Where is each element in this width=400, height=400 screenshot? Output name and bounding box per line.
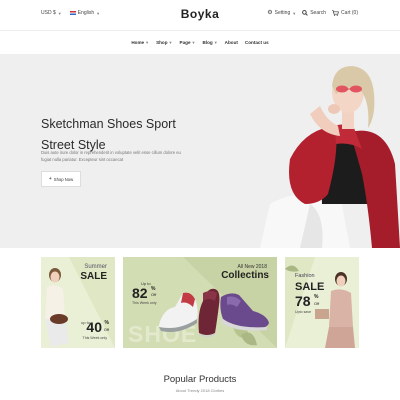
chevron-down-icon: ▼	[168, 40, 173, 45]
banner-percent: 82	[132, 285, 148, 301]
banner-off: Off	[151, 292, 157, 297]
chevron-down-icon: ▼	[145, 40, 150, 45]
cart-label: Cart (0)	[341, 10, 358, 16]
nav-item-blog[interactable]: Blog ▼	[202, 40, 217, 45]
banner-note: This Week only	[132, 301, 157, 305]
banner-collection[interactable]: SHOE Up to 82 % Off This Week only All N…	[123, 257, 277, 348]
shop-now-button[interactable]: + Shop Now	[41, 171, 81, 187]
banner-headline: Collectins	[221, 270, 269, 281]
banner-percent-sign: %	[314, 294, 319, 300]
banner-summer-sale[interactable]: Summer SALE up to 40 % Off This Week onl…	[41, 257, 115, 348]
top-bar-right: ⚙ Setting ▼ Search Cart (0)	[267, 10, 358, 16]
setting-label: Setting	[274, 10, 291, 16]
setting-menu[interactable]: ⚙ Setting ▼	[267, 10, 296, 16]
chevron-down-icon: ▼	[292, 10, 297, 16]
shoes-image	[159, 288, 269, 337]
nav-item-home[interactable]: Home ▼	[131, 40, 149, 45]
banner-off: Off	[314, 301, 320, 306]
banner-percent: 78	[295, 293, 311, 309]
cart-icon	[332, 10, 339, 16]
banner-kicker: Fashion	[295, 273, 315, 279]
banner-off: Off	[103, 327, 109, 332]
search-label: Search	[310, 10, 327, 16]
search-icon	[302, 10, 308, 16]
chevron-down-icon: ▼	[191, 40, 196, 45]
nav-item-contact[interactable]: Contact us	[245, 40, 269, 45]
main-nav: Home ▼ Shop ▼ Page ▼ Blog ▼ About Contact us	[0, 30, 400, 54]
banner-note: Upto save	[295, 310, 312, 314]
banner-note: This Week only	[82, 336, 108, 340]
nav-label: Blog	[202, 40, 213, 45]
hero-model-image	[260, 66, 400, 248]
banner-fashion-sale[interactable]: Fashion SALE 78 % Off Upto save	[285, 257, 359, 348]
nav-item-shop[interactable]: Shop ▼	[156, 40, 172, 45]
hero-title-line1: Sketchman Shoes Sport	[41, 117, 176, 131]
nav-label: Page	[179, 40, 191, 45]
section-subtitle: About Trendy 2018 Clothes	[175, 388, 225, 393]
nav-label: About	[224, 40, 238, 45]
nav-label: Home	[131, 40, 145, 45]
banner-percent-sign: %	[104, 320, 109, 326]
hero-slider: Sketchman Shoes Sport Street Style Duis …	[0, 54, 400, 248]
gear-icon: ⚙	[267, 10, 273, 16]
nav-item-about[interactable]: About	[225, 40, 238, 45]
nav-item-page[interactable]: Page ▼	[180, 40, 196, 45]
nav-label: Shop	[156, 40, 168, 45]
shop-now-label: Shop Now	[53, 176, 74, 182]
top-bar: USD $ ▼ English ▼ Boyka ⚙ Setting ▼ Sear…	[0, 0, 400, 30]
cart-button[interactable]: Cart (0)	[332, 10, 358, 16]
banner-kicker: Summer	[84, 264, 107, 270]
banner-headline: SALE	[80, 271, 107, 282]
plus-icon: +	[48, 175, 52, 182]
chevron-down-icon: ▼	[213, 40, 218, 45]
banner-headline: SALE	[295, 281, 325, 293]
hero-description: Duis aute irure dolor in reprehenderit i…	[41, 150, 181, 162]
banner-percent: 40	[86, 319, 102, 335]
section-title: Popular Products	[163, 374, 237, 385]
nav-label: Contact us	[244, 40, 269, 45]
search-button[interactable]: Search	[302, 10, 326, 16]
